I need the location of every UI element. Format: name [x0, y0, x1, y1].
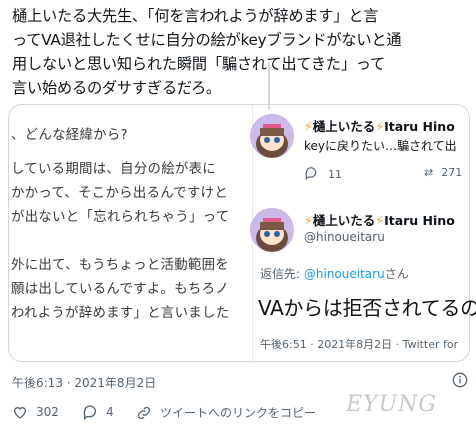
- tweet-text-line: 用しないと思い知られた瞬間「騙されて出てきた」って: [12, 55, 386, 73]
- lightning-icon: ⚡: [375, 119, 385, 134]
- info-icon[interactable]: [452, 372, 468, 388]
- reply-timestamp[interactable]: 午後6:51 · 2021年8月2日 · Twitter for: [260, 336, 458, 352]
- lightning-icon: ⚡: [304, 119, 313, 134]
- reply-icon: [83, 405, 96, 420]
- display-name[interactable]: ⚡樋上いたる⚡Itaru Hino: [304, 116, 455, 135]
- reply-tweet-text: keyに戻りたい…騙されて出: [304, 139, 457, 153]
- article-line: 、どんな経緯から?: [11, 128, 128, 143]
- lightning-icon: ⚡: [375, 213, 385, 228]
- avatar-illustration: [250, 114, 294, 158]
- tweet-text-line: 言い始めるのダサすぎるだろ。: [12, 79, 221, 97]
- reply-to: 返信先: @hinoueitaruさん: [260, 267, 409, 281]
- copy-link-label: ツイートへのリンクをコピー: [160, 406, 317, 420]
- tweet-text-line: 樋上いたる大先生、「何を言われようが辞めます」と言: [12, 7, 379, 25]
- lightning-icon: ⚡: [304, 213, 313, 228]
- reply-count[interactable]: 11: [304, 166, 342, 181]
- article-line: 外に出て、もうちょっと活動範囲を: [11, 258, 229, 273]
- tweet-timestamp[interactable]: 午後6:13 · 2021年8月2日: [12, 374, 156, 391]
- tweet-text-line: ってVA退社したくせに自分の絵がkeyブランドがないと通: [12, 31, 402, 49]
- user-handle[interactable]: @hinoueitaru: [304, 230, 385, 244]
- thread-line: [268, 62, 270, 110]
- copy-link-button[interactable]: ツイートへのリンクをコピー: [136, 404, 316, 421]
- reply-icon: [305, 167, 317, 181]
- retweet-icon: ⇄: [424, 166, 434, 179]
- avatar[interactable]: [250, 208, 294, 252]
- display-name[interactable]: ⚡樋上いたる⚡Itaru Hino: [304, 210, 455, 229]
- avatar-illustration: [250, 208, 294, 252]
- tweet-text: 樋上いたる大先生、「何を言われようが辞めます」と言 ってVA退社したくせに自分の…: [12, 4, 470, 100]
- article-excerpt: 、どんな経緯から? している期間は、自分の絵が表に かかって、そこから出るんです…: [9, 105, 249, 361]
- retweet-count[interactable]: ⇄ 271: [424, 166, 462, 179]
- article-line: 願は出しているんですよ。もちろノ: [11, 282, 229, 297]
- watermark: EYUNG: [346, 392, 437, 417]
- article-line: している期間は、自分の絵が表に: [11, 162, 216, 177]
- reply-count: 4: [106, 405, 114, 419]
- link-icon: [137, 406, 151, 419]
- reply-button[interactable]: 4: [82, 404, 114, 420]
- article-line: われようが辞めます」と言いました: [11, 306, 230, 321]
- reply-main-text: VAからは拒否されてるの: [258, 296, 476, 320]
- article-line: かかって、そこから出るんですけと: [11, 186, 229, 201]
- reply-handle-link[interactable]: @hinoueitaru: [304, 267, 385, 281]
- like-count: 302: [36, 405, 59, 419]
- heart-icon: [13, 407, 27, 419]
- article-line: が出ないと「忘れられちゃう」って: [11, 210, 230, 225]
- like-button[interactable]: 302: [12, 404, 59, 420]
- avatar[interactable]: [250, 114, 294, 158]
